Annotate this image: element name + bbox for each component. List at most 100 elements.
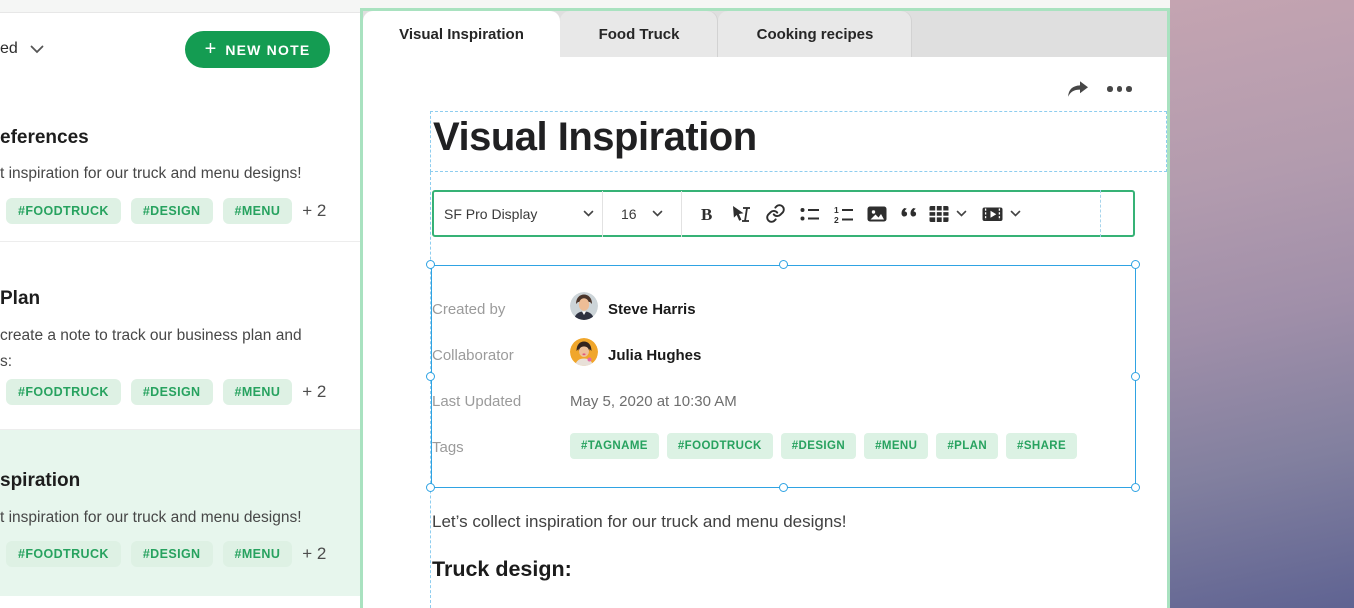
note-heading[interactable]: Truck design: bbox=[432, 557, 572, 582]
created-by-value: Steve Harris bbox=[608, 299, 696, 321]
divider bbox=[602, 191, 603, 237]
tag-pill[interactable]: #DESIGN bbox=[131, 379, 213, 405]
tab-food-truck[interactable]: Food Truck bbox=[560, 11, 718, 57]
note-item-title: Plan bbox=[0, 287, 40, 311]
insert-video-button[interactable] bbox=[981, 204, 1021, 224]
tag-pill[interactable]: #PLAN bbox=[936, 433, 998, 459]
tab-visual-inspiration[interactable]: Visual Inspiration bbox=[363, 11, 560, 57]
more-tags-count[interactable]: + 2 bbox=[302, 382, 326, 402]
selection-handle[interactable] bbox=[779, 260, 788, 269]
notes-sidebar: ed + NEW NOTE eferences t inspiration fo… bbox=[0, 0, 360, 608]
tag-pill[interactable]: #TAGNAME bbox=[570, 433, 659, 459]
chevron-down-icon bbox=[583, 210, 594, 218]
note-item-tags: #FOODTRUCK #DESIGN #MENU + 2 bbox=[6, 198, 326, 224]
insert-image-button[interactable] bbox=[860, 197, 894, 231]
sidebar-top-strip bbox=[0, 0, 360, 13]
note-item-tags: #FOODTRUCK #DESIGN #MENU + 2 bbox=[6, 541, 326, 567]
text-cursor-icon bbox=[730, 204, 752, 224]
chevron-down-icon bbox=[30, 45, 44, 54]
tag-pill[interactable]: #MENU bbox=[223, 379, 293, 405]
tag-pill[interactable]: #MENU bbox=[223, 198, 293, 224]
note-paragraph[interactable]: Let’s collect inspiration for our truck … bbox=[432, 512, 847, 532]
divider bbox=[0, 241, 360, 242]
font-size-select[interactable]: 16 bbox=[611, 206, 673, 222]
new-note-button[interactable]: + NEW NOTE bbox=[185, 31, 330, 68]
tags-label: Tags bbox=[432, 437, 464, 459]
tag-pill[interactable]: #FOODTRUCK bbox=[6, 379, 121, 405]
app-window: ed + NEW NOTE eferences t inspiration fo… bbox=[0, 0, 1354, 608]
plus-icon: + bbox=[205, 39, 217, 59]
note-item-title: spiration bbox=[0, 469, 80, 493]
tab-label: Cooking recipes bbox=[757, 26, 874, 43]
selection-handle[interactable] bbox=[779, 483, 788, 492]
collaborator-value: Julia Hughes bbox=[608, 345, 701, 367]
selection-handle[interactable] bbox=[426, 372, 435, 381]
last-updated-value: May 5, 2020 at 10:30 AM bbox=[570, 391, 737, 413]
dot-icon bbox=[1117, 86, 1123, 92]
note-tabbar: Visual Inspiration Food Truck Cooking re… bbox=[363, 11, 1167, 57]
blockquote-icon bbox=[900, 204, 922, 224]
video-icon bbox=[981, 204, 1004, 224]
note-title-selection: Visual Inspiration bbox=[430, 111, 1167, 172]
chevron-down-icon bbox=[652, 210, 663, 218]
note-item-snippet: t inspiration for our truck and menu des… bbox=[0, 161, 302, 187]
tag-pill[interactable]: #SHARE bbox=[1006, 433, 1077, 459]
selection-handle[interactable] bbox=[1131, 483, 1140, 492]
numbered-list-button[interactable]: 12 bbox=[826, 197, 860, 231]
note-item-snippet: create a note to track our business plan… bbox=[0, 323, 302, 349]
tab-cooking-recipes[interactable]: Cooking recipes bbox=[718, 11, 912, 57]
last-updated-label: Last Updated bbox=[432, 391, 521, 413]
text-select-button[interactable] bbox=[724, 197, 758, 231]
sort-filter-dropdown[interactable]: ed bbox=[0, 40, 44, 58]
font-family-select[interactable]: SF Pro Display bbox=[444, 206, 594, 222]
note-item-tags: #FOODTRUCK #DESIGN #MENU + 2 bbox=[6, 379, 326, 405]
numbered-list-icon: 12 bbox=[833, 204, 854, 224]
font-size-value: 16 bbox=[621, 206, 637, 222]
selection-guide-line bbox=[1100, 190, 1101, 237]
share-button[interactable] bbox=[1060, 78, 1093, 106]
avatar-steve-harris bbox=[570, 292, 598, 320]
dot-icon bbox=[1107, 86, 1113, 92]
note-item-snippet: s: bbox=[0, 349, 12, 375]
note-title[interactable]: Visual Inspiration bbox=[433, 115, 757, 160]
desktop-wallpaper bbox=[1170, 0, 1354, 608]
tag-pill[interactable]: #FOODTRUCK bbox=[6, 198, 121, 224]
selection-handle[interactable] bbox=[1131, 260, 1140, 269]
more-options-button[interactable] bbox=[1107, 86, 1132, 92]
svg-text:B: B bbox=[701, 205, 712, 224]
more-tags-count[interactable]: + 2 bbox=[302, 544, 326, 564]
svg-text:2: 2 bbox=[834, 215, 839, 224]
tag-pill[interactable]: #MENU bbox=[864, 433, 928, 459]
tag-pill[interactable]: #DESIGN bbox=[781, 433, 856, 459]
selection-handle[interactable] bbox=[1131, 372, 1140, 381]
tag-pill[interactable]: #MENU bbox=[223, 541, 293, 567]
bold-icon: B bbox=[697, 204, 717, 224]
tab-label: Visual Inspiration bbox=[399, 26, 524, 43]
selection-handle[interactable] bbox=[426, 483, 435, 492]
tab-label: Food Truck bbox=[599, 26, 680, 43]
tag-pill[interactable]: #FOODTRUCK bbox=[667, 433, 773, 459]
new-note-label: NEW NOTE bbox=[225, 42, 310, 58]
collaborator-label: Collaborator bbox=[432, 345, 514, 367]
formatting-toolbar: SF Pro Display 16 B bbox=[432, 190, 1135, 237]
link-icon bbox=[765, 203, 786, 224]
note-item-title: eferences bbox=[0, 126, 89, 150]
bold-button[interactable]: B bbox=[690, 197, 724, 231]
tag-pill[interactable]: #DESIGN bbox=[131, 541, 213, 567]
svg-text:1: 1 bbox=[834, 205, 839, 215]
font-family-value: SF Pro Display bbox=[444, 206, 537, 222]
blockquote-button[interactable] bbox=[894, 197, 928, 231]
share-arrow-icon bbox=[1060, 78, 1093, 101]
dot-icon bbox=[1126, 86, 1132, 92]
bullet-list-button[interactable] bbox=[792, 197, 826, 231]
more-tags-count[interactable]: + 2 bbox=[302, 201, 326, 221]
note-item-snippet: t inspiration for our truck and menu des… bbox=[0, 505, 302, 531]
sort-filter-label: ed bbox=[0, 40, 18, 58]
tag-pill[interactable]: #FOODTRUCK bbox=[6, 541, 121, 567]
chevron-down-icon bbox=[956, 210, 967, 218]
insert-table-button[interactable] bbox=[928, 204, 967, 224]
selection-handle[interactable] bbox=[426, 260, 435, 269]
link-button[interactable] bbox=[758, 197, 792, 231]
avatar-julia-hughes bbox=[570, 338, 598, 366]
tag-pill[interactable]: #DESIGN bbox=[131, 198, 213, 224]
